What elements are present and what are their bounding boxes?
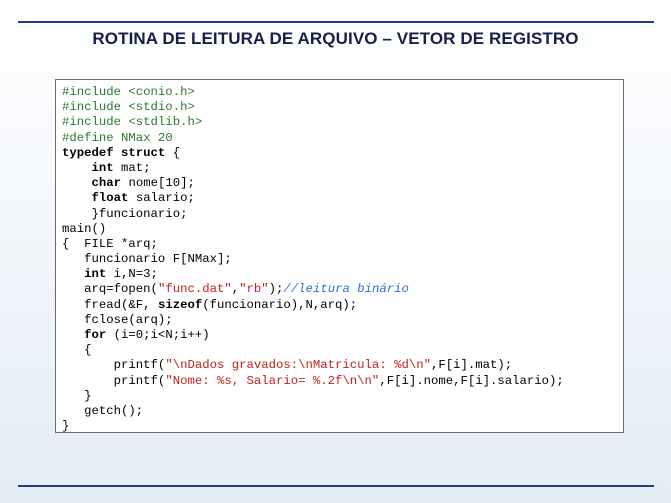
code-line: getch(); — [62, 404, 623, 419]
code-token: salario; — [128, 191, 195, 206]
code-line: #include <stdio.h> — [62, 100, 623, 115]
code-token: printf( — [62, 373, 166, 388]
code-token: ); — [268, 282, 284, 297]
code-line: printf("\nDados gravados:\nMatricula: %d… — [62, 358, 623, 373]
slide-title: ROTINA DE LEITURA DE ARQUIVO – VETOR DE … — [92, 29, 579, 48]
code-token: fread(&F, — [62, 297, 158, 312]
code-token: i,N=3; — [106, 267, 158, 282]
code-token: } — [62, 419, 70, 434]
code-lines: #include <conio.h> #include <stdio.h> #inc… — [62, 85, 623, 434]
code-line: fread(&F, sizeof(funcionario),N,arq); — [62, 298, 623, 313]
code-token: #define NMax 20 — [62, 130, 173, 145]
code-token: int — [84, 267, 107, 282]
code-line: #include <stdlib.h> — [62, 115, 623, 130]
code-line: #include <conio.h> — [62, 85, 623, 100]
code-token: { — [165, 145, 181, 160]
code-token: for — [84, 328, 107, 342]
code-line: } — [62, 389, 623, 404]
top-divider — [18, 21, 654, 23]
code-token: "rb" — [239, 282, 269, 297]
code-token: getch(); — [62, 403, 144, 418]
code-line: arq=fopen("func.dat","rb");//leitura bin… — [62, 282, 623, 297]
code-token: ,F[i].mat); — [430, 358, 513, 373]
code-line: int mat; — [62, 161, 623, 176]
code-token: nome[10]; — [121, 176, 195, 191]
code-line: main() — [62, 222, 623, 237]
code-token: "func.dat" — [157, 282, 232, 297]
code-token: sizeof — [157, 297, 203, 312]
code-token: arq=fopen( — [62, 282, 158, 297]
code-token: funcionario F[NMax]; — [62, 252, 232, 267]
code-token: { — [62, 343, 92, 358]
code-line: #define NMax 20 — [62, 131, 623, 146]
code-token: "\nDados gravados:\nMatricula: %d\n" — [165, 358, 431, 373]
bottom-divider — [18, 485, 654, 487]
code-line: typedef struct { — [62, 146, 623, 161]
code-line: }funcionario; — [62, 207, 623, 222]
code-token: mat; — [113, 160, 151, 175]
code-token: #include <stdio.h> — [62, 100, 195, 115]
code-token: (i=0;i<N;i++) — [106, 328, 210, 342]
code-token: { FILE *arq; — [62, 236, 158, 251]
code-line: } — [62, 419, 623, 434]
code-line: float salario; — [62, 191, 623, 206]
code-block: #include <conio.h> #include <stdio.h> #inc… — [55, 79, 624, 433]
code-line: printf("Nome: %s, Salario= %.2f\n\n",F[i… — [62, 374, 623, 389]
code-token: int — [91, 160, 114, 175]
code-line: { — [62, 343, 623, 358]
code-line: for (i=0;i<N;i++) — [62, 328, 623, 343]
code-line: { FILE *arq; — [62, 237, 623, 252]
code-line: int i,N=3; — [62, 267, 623, 282]
code-token: fclose(arq); — [62, 312, 173, 327]
code-line: fclose(arq); — [62, 313, 623, 328]
code-line: char nome[10]; — [62, 176, 623, 191]
code-token: char — [91, 176, 122, 191]
code-token: } — [62, 388, 92, 403]
code-token: typedef struct — [62, 145, 166, 160]
code-token: main() — [62, 221, 107, 236]
code-token: "Nome: %s, Salario= %.2f\n\n" — [165, 373, 380, 388]
code-token: printf( — [62, 358, 166, 373]
code-token: //leitura binário — [283, 282, 409, 297]
code-token: float — [91, 191, 129, 206]
code-token: #include <conio.h> — [62, 85, 195, 99]
code-line: funcionario F[NMax]; — [62, 252, 623, 267]
code-token: ,F[i].nome,F[i].salario); — [379, 373, 564, 388]
code-token: (funcionario),N,arq); — [202, 297, 358, 312]
code-token: #include <stdlib.h> — [62, 115, 203, 130]
code-token: }funcionario; — [62, 206, 188, 221]
